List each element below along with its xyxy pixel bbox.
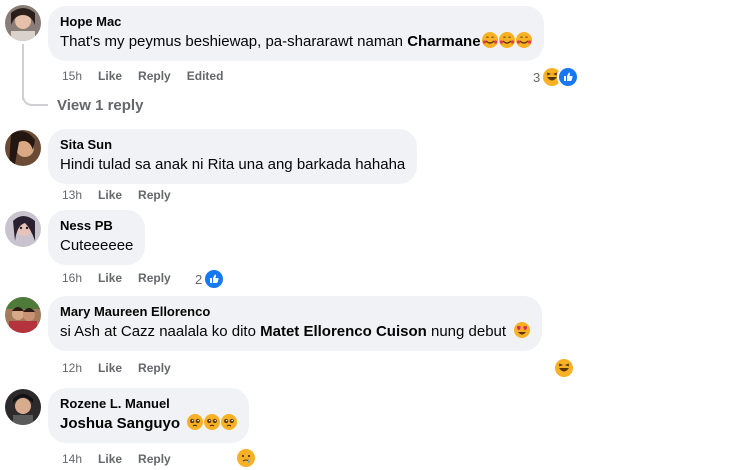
avatar[interactable] <box>5 130 41 166</box>
comment-actions: 13h Like Reply <box>62 188 187 202</box>
comment-text: Cuteeeeee <box>60 237 134 254</box>
haha-reaction-icon <box>553 357 575 379</box>
pleading-face-icon <box>187 414 204 430</box>
smiling-face-with-hearts-icon <box>498 32 515 48</box>
reaction-summary[interactable]: 3 <box>533 66 580 88</box>
reply-button[interactable]: Reply <box>138 69 171 83</box>
comment-text: Hindi tulad sa anak ni Rita una ang bark… <box>60 156 406 173</box>
comment-timestamp[interactable]: 15h <box>62 69 82 83</box>
comment-timestamp[interactable]: 16h <box>62 271 82 285</box>
comment-author[interactable]: Mary Maureen Ellorenco <box>60 304 530 320</box>
comment-timestamp[interactable]: 14h <box>62 452 82 466</box>
heart-eyes-icon <box>514 322 531 338</box>
smiling-face-with-hearts-icon <box>481 32 498 48</box>
comment-text-part: si Ash at Cazz naalala ko dito <box>60 323 261 340</box>
reaction-count: 3 <box>533 69 541 85</box>
comment-actions: 14h Like Reply <box>62 452 187 466</box>
comment-bubble: Hope Mac That's my peymus beshiewap, pa-… <box>48 6 544 61</box>
like-reaction-icon <box>203 268 226 290</box>
comment-bubble: Mary Maureen Ellorenco si Ash at Cazz na… <box>48 296 543 351</box>
smiling-face-with-hearts-icon <box>515 32 532 48</box>
avatar[interactable] <box>5 5 41 41</box>
avatar[interactable] <box>5 211 41 247</box>
comment-text: That's my peymus beshiewap, pa-shararawt… <box>60 32 532 52</box>
reply-button[interactable]: Reply <box>138 452 171 466</box>
like-button[interactable]: Like <box>98 452 122 466</box>
comment-timestamp[interactable]: 13h <box>62 188 82 202</box>
edited-label[interactable]: Edited <box>187 69 224 83</box>
comment-author[interactable]: Rozene L. Manuel <box>60 396 237 412</box>
like-button[interactable]: Like <box>98 188 122 202</box>
reaction-summary[interactable] <box>235 447 257 469</box>
reply-button[interactable]: Reply <box>138 271 171 285</box>
comment-author[interactable]: Ness PB <box>60 218 133 234</box>
comment-text-part: nung debut <box>426 323 507 340</box>
comment-bubble: Rozene L. Manuel Joshua Sanguyo <box>48 388 250 443</box>
comment-timestamp[interactable]: 12h <box>62 361 82 375</box>
comment-bubble: Ness PB Cuteeeeee <box>48 210 146 265</box>
comment-text: si Ash at Cazz naalala ko dito Matet Ell… <box>60 322 531 342</box>
comment-text: Joshua Sanguyo <box>60 414 238 434</box>
comment-actions: 12h Like Reply <box>62 361 187 375</box>
comment-bubble: Sita Sun Hindi tulad sa anak ni Rita una… <box>48 129 418 184</box>
comment-author[interactable]: Hope Mac <box>60 14 532 30</box>
pleading-face-icon <box>221 414 238 430</box>
like-button[interactable]: Like <box>98 361 122 375</box>
comment-actions: 15h Like Reply Edited <box>62 69 239 83</box>
reply-button[interactable]: Reply <box>138 188 171 202</box>
like-button[interactable]: Like <box>98 69 122 83</box>
like-reaction-icon <box>557 66 580 88</box>
reaction-summary[interactable]: 2 <box>195 268 226 290</box>
comment-actions: 16h Like Reply <box>62 271 187 285</box>
pleading-face-icon <box>204 414 221 430</box>
avatar[interactable] <box>5 297 41 333</box>
like-button[interactable]: Like <box>98 271 122 285</box>
view-replies-link[interactable]: View 1 reply <box>57 97 143 114</box>
mention-link[interactable]: Charmane <box>407 33 480 50</box>
reply-button[interactable]: Reply <box>138 361 171 375</box>
thread-connector-curve <box>22 88 48 106</box>
comment-author[interactable]: Sita Sun <box>60 137 405 153</box>
mention-link[interactable]: Joshua Sanguyo <box>60 415 180 432</box>
mention-link[interactable]: Matet Ellorenco Cuison <box>260 323 427 340</box>
avatar[interactable] <box>5 389 41 425</box>
care-reaction-icon <box>235 447 257 469</box>
reaction-count: 2 <box>195 271 203 287</box>
comment-text-part: That's my peymus beshiewap, pa-shararawt… <box>60 33 408 50</box>
reaction-summary[interactable] <box>553 357 575 379</box>
